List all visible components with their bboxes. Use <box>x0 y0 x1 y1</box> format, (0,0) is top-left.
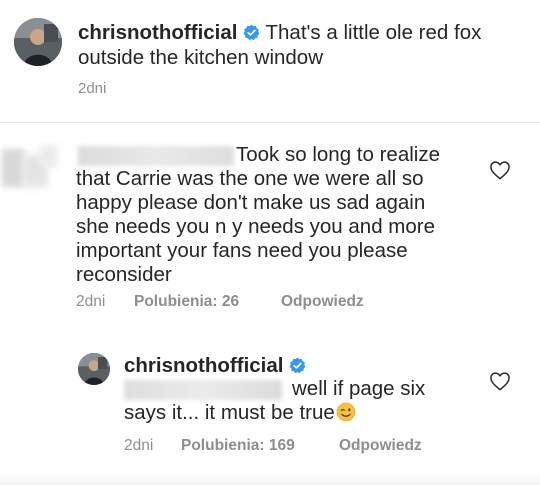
post-caption: chrisnothofficial That's a little ole re… <box>0 0 540 120</box>
reply-meta: 2dni Polubienia: 169 Odpowiedz <box>124 437 422 455</box>
caption-text: chrisnothofficial That's a little ole re… <box>78 20 518 70</box>
comment-meta: 2dni Polubienia: 26 Odpowiedz <box>76 293 364 311</box>
reply-profile-avatar[interactable] <box>78 353 110 385</box>
reply-reply-button[interactable]: Odpowiedz <box>339 437 422 455</box>
like-reply-heart-icon[interactable] <box>489 371 511 391</box>
comment-text: Took so long to realize that Carrie was … <box>76 143 456 287</box>
comment-reply-button[interactable]: Odpowiedz <box>281 293 364 311</box>
comment-text-rest: that Carrie was the one we were all so h… <box>76 167 435 286</box>
comment-timestamp: 2dni <box>76 293 106 310</box>
comment-likes-count[interactable]: Polubienia: 26 <box>134 293 239 311</box>
reply-username[interactable]: chrisnothofficial <box>124 354 283 377</box>
like-comment-heart-icon[interactable] <box>489 160 511 180</box>
commenter-avatar-blurred[interactable] <box>0 145 62 195</box>
verified-badge-icon <box>243 24 260 41</box>
section-divider <box>0 122 540 123</box>
reply-timestamp: 2dni <box>124 437 154 454</box>
reply-text-line1: well if page six <box>292 377 426 400</box>
comment-text-line1: Took so long to realize <box>236 143 440 166</box>
reply-text-rest: says it... it must be true <box>124 401 335 424</box>
verified-badge-icon <box>289 357 306 374</box>
winking-smile-emoji-icon <box>336 402 356 422</box>
caption-timestamp: 2dni <box>78 80 107 97</box>
caption-username[interactable]: chrisnothofficial <box>78 21 237 44</box>
bottom-edge <box>0 474 540 485</box>
profile-avatar[interactable] <box>14 18 62 66</box>
reply-header: chrisnothofficial <box>124 354 306 378</box>
reply-likes-count[interactable]: Polubienia: 169 <box>181 437 295 455</box>
reply-text: well if page six says it... it must be t… <box>124 377 464 425</box>
